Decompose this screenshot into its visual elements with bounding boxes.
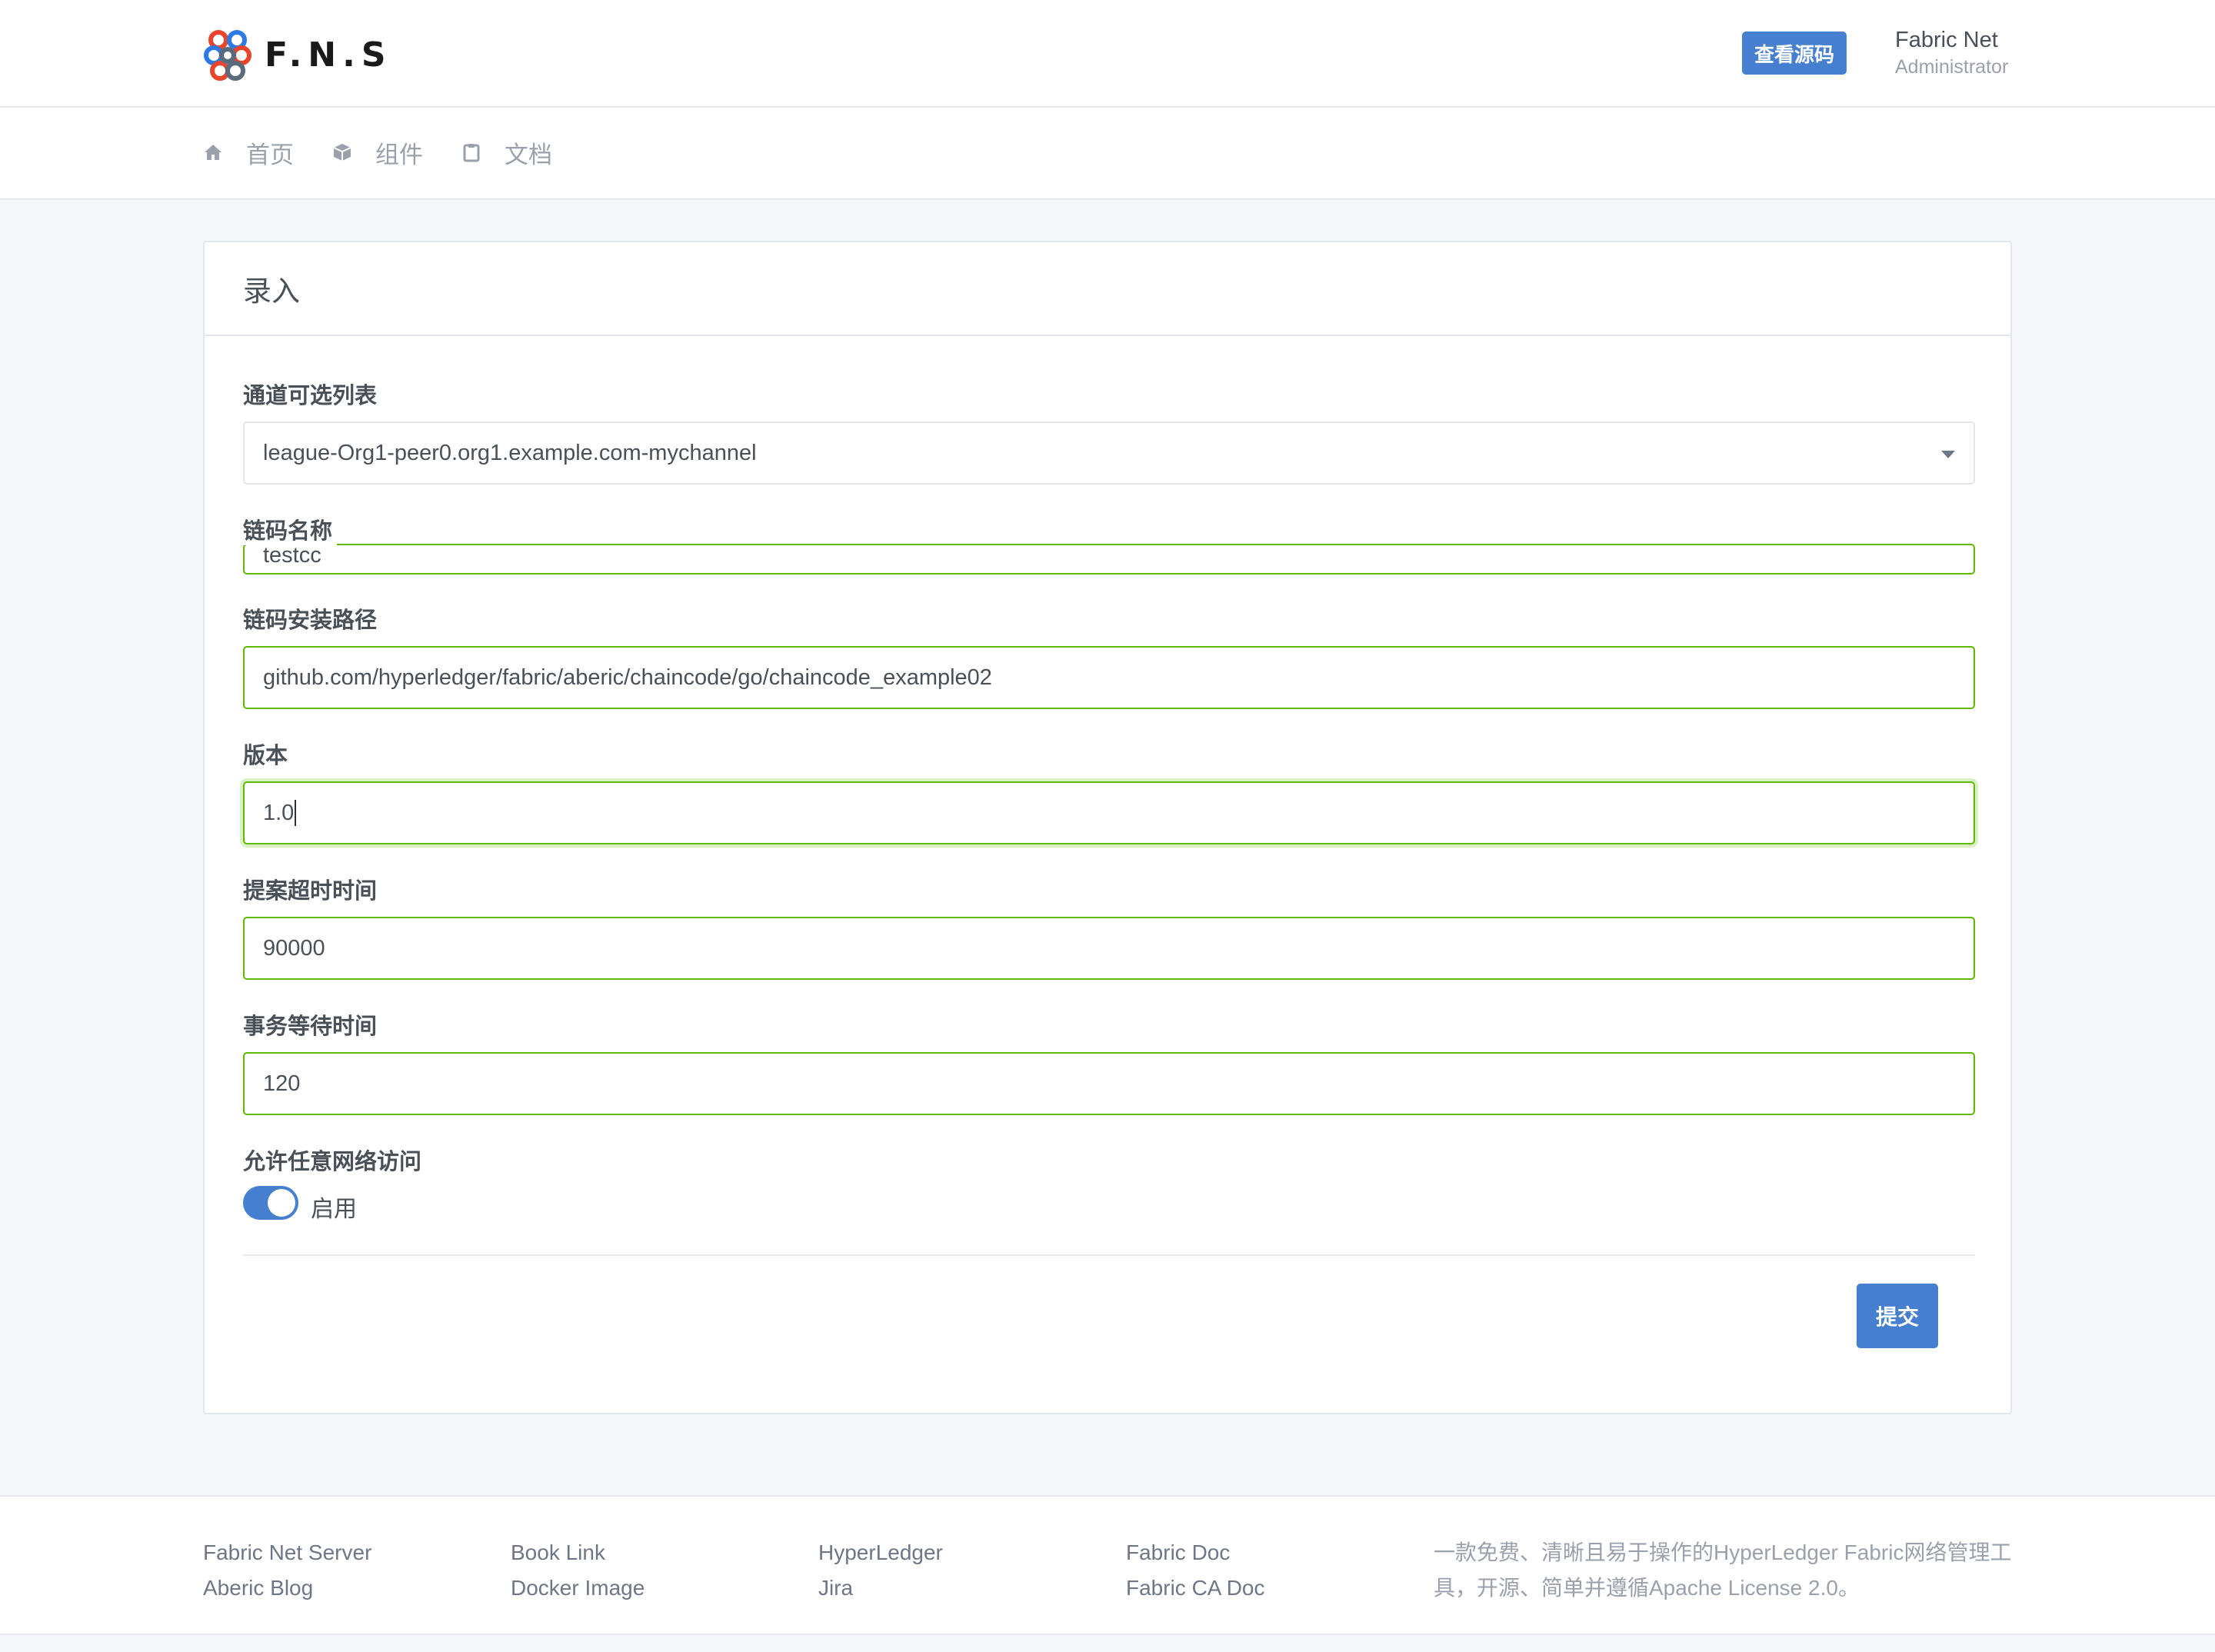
footer-link-fabric-ca-doc[interactable]: Fabric CA Doc [1126, 1570, 1265, 1606]
box-icon [333, 144, 351, 161]
proposal-timeout-value: 90000 [263, 935, 325, 961]
brand[interactable]: F.N.S [203, 28, 392, 82]
proposal-timeout-label: 提案超时时间 [243, 879, 378, 904]
chevron-down-icon [1941, 451, 1955, 458]
nav-item-label: 首页 [246, 141, 294, 168]
toggle-knob [268, 1189, 295, 1217]
footer-link-fabric-doc[interactable]: Fabric Doc [1126, 1535, 1265, 1570]
footer-link-aberic-blog[interactable]: Aberic Blog [203, 1570, 371, 1606]
footer-link-hyperledger[interactable]: HyperLedger [818, 1535, 943, 1570]
footer-column: Book Link Docker Image [511, 1535, 645, 1606]
user-menu[interactable]: Fabric Net Administrator [1895, 25, 2008, 78]
footer-link-docker-image[interactable]: Docker Image [511, 1570, 645, 1606]
view-source-button[interactable]: 查看源码 [1742, 32, 1847, 75]
toggle-label: 启用 [311, 1197, 357, 1222]
tx-wait-time-value: 120 [263, 1071, 301, 1096]
clipboard-icon [463, 144, 480, 162]
footer-link-fabric-net-server[interactable]: Fabric Net Server [203, 1535, 371, 1570]
install-path-label: 链码安装路径 [243, 608, 378, 633]
version-input[interactable]: 1.0 [243, 781, 1975, 844]
user-role: Administrator [1895, 56, 2009, 78]
fns-logo-icon [204, 30, 251, 81]
footer-link-book[interactable]: Book Link [511, 1535, 645, 1570]
nav-item-components[interactable]: 组件 [332, 135, 423, 169]
chaincode-name-input[interactable]: testcc [243, 544, 1975, 575]
proposal-timeout-input[interactable]: 90000 [243, 917, 1975, 980]
footer-column: Fabric Net Server Aberic Blog [203, 1535, 371, 1606]
nav-item-docs[interactable]: 文档 [461, 135, 552, 169]
footer-description: 一款免费、清晰且易于操作的HyperLedger Fabric网络管理工具，开源… [1434, 1540, 2012, 1600]
nav-item-label: 组件 [375, 141, 423, 168]
card-title: 录入 [205, 242, 2010, 336]
channel-label: 通道可选列表 [243, 384, 378, 408]
submit-button[interactable]: 提交 [1857, 1284, 1938, 1348]
install-path-input[interactable]: github.com/hyperledger/fabric/aberic/cha… [243, 646, 1975, 709]
user-name: Fabric Net [1895, 28, 1998, 52]
footer-column: HyperLedger Jira [818, 1535, 943, 1606]
footer: Fabric Net Server Aberic Blog Book Link … [0, 1495, 2215, 1635]
nav-item-home[interactable]: 首页 [203, 135, 294, 169]
brand-name: F.N.S [265, 35, 392, 75]
top-header: F.N.S 查看源码 Fabric Net Administrator [0, 0, 2215, 108]
home-icon [205, 145, 222, 160]
nav-item-label: 文档 [505, 141, 552, 168]
chaincode-name-label: 链码名称 [243, 513, 338, 545]
divider [243, 1254, 1975, 1256]
version-label: 版本 [243, 744, 288, 768]
footer-column: Fabric Doc Fabric CA Doc [1126, 1535, 1265, 1606]
footer-link-jira[interactable]: Jira [818, 1570, 943, 1606]
install-path-value: github.com/hyperledger/fabric/aberic/cha… [263, 664, 992, 690]
text-cursor [295, 800, 297, 826]
nav-bar: 首页 组件 文档 [0, 108, 2215, 200]
tx-wait-time-label: 事务等待时间 [243, 1014, 378, 1039]
entry-form-card: 录入 通道可选列表 league-Org1-peer0.org1.example… [203, 241, 2012, 1414]
tx-wait-time-input[interactable]: 120 [243, 1052, 1975, 1115]
channel-select[interactable]: league-Org1-peer0.org1.example.com-mycha… [243, 421, 1975, 485]
version-value: 1.0 [263, 800, 295, 825]
allow-any-network-toggle[interactable] [243, 1186, 298, 1220]
chaincode-name-value: testcc [263, 544, 321, 568]
allow-any-network-label: 允许任意网络访问 [243, 1150, 422, 1174]
channel-select-value: league-Org1-peer0.org1.example.com-mycha… [263, 440, 757, 465]
